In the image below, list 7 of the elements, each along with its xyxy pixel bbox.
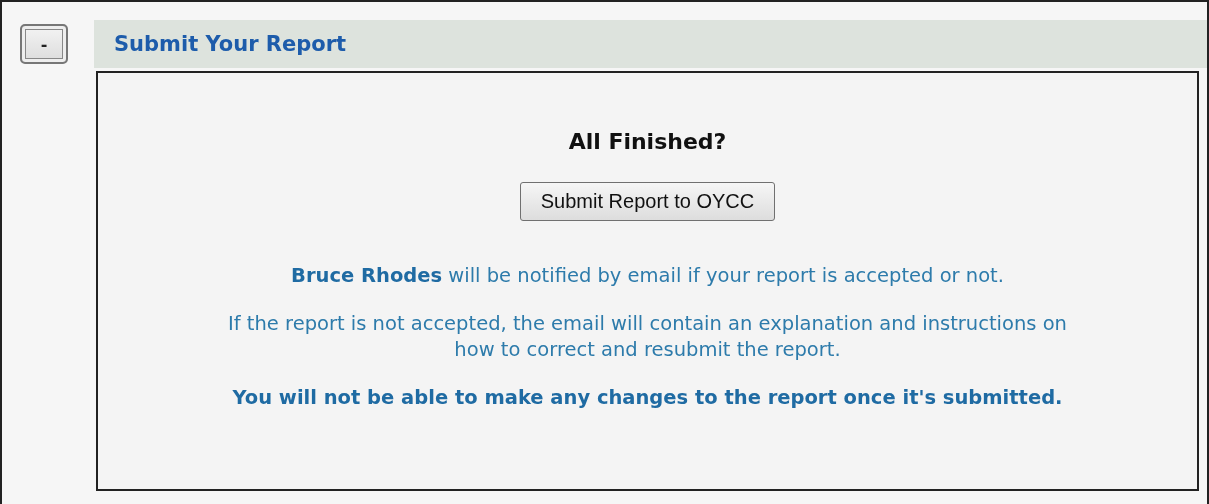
submit-button[interactable]: Submit Report to OYCC — [519, 182, 776, 221]
collapse-button[interactable]: - — [20, 24, 68, 64]
warning-text: You will not be able to make any changes to the report once it's submitted. — [232, 385, 1063, 411]
heading: All Finished? — [568, 129, 727, 154]
notice-text: Bruce Rhodes will be notified by email if your report is accepted or not. — [291, 263, 1004, 289]
explanation-text: If the report is not accepted, the email will contain an explanation and instructions on how to correct and resubmit the report. — [227, 311, 1068, 363]
section-title: Submit Your Report — [114, 32, 347, 56]
